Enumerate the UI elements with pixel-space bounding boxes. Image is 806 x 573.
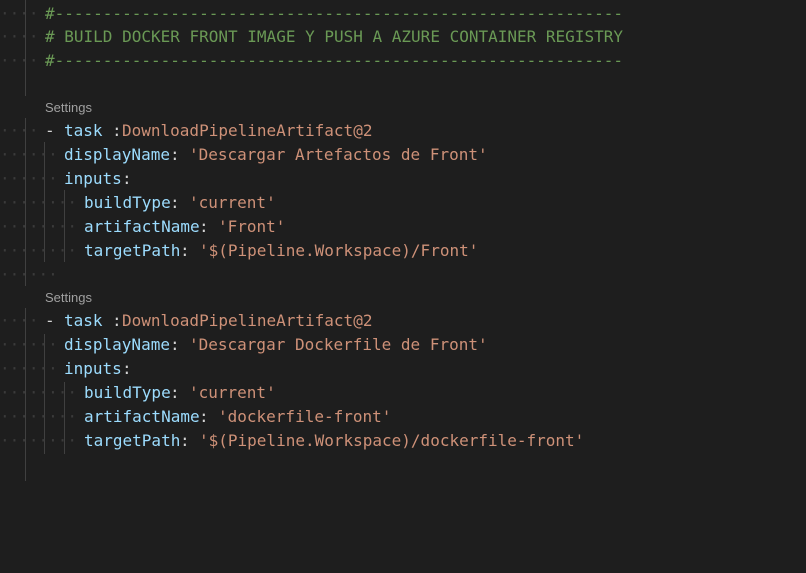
code-line: ········ buildType : 'current': [0, 191, 276, 215]
code-line: ········ targetPath : '$(Pipeline.Worksp…: [0, 239, 478, 263]
yaml-key: buildType: [84, 193, 171, 212]
yaml-key: task: [64, 311, 103, 330]
code-line: ········ artifactName : 'Front': [0, 215, 285, 239]
code-line: ······ inputs :: [0, 357, 132, 381]
code-line: ···· # BUILD DOCKER FRONT IMAGE Y PUSH A…: [0, 25, 623, 49]
yaml-key: targetPath: [84, 241, 181, 260]
code-line: ······ displayName : 'Descargar Artefact…: [0, 143, 488, 167]
yaml-value: 'dockerfile-front': [218, 407, 392, 426]
code-line: ···· - task : DownloadPipelineArtifact@2: [0, 309, 372, 333]
yaml-value: 'Front': [218, 217, 286, 236]
yaml-key: buildType: [84, 383, 171, 402]
yaml-value: 'current': [189, 383, 276, 402]
yaml-value: 'Descargar Artefactos de Front': [189, 145, 488, 164]
code-line: ······ inputs :: [0, 167, 132, 191]
yaml-key: artifactName: [84, 217, 200, 236]
code-editor[interactable]: ···· #----------------------------------…: [0, 0, 806, 481]
code-line: ······: [0, 265, 58, 284]
yaml-key: displayName: [64, 145, 170, 164]
yaml-key: inputs: [64, 359, 122, 378]
comment-divider: #---------------------------------------…: [45, 51, 623, 70]
yaml-value: DownloadPipelineArtifact@2: [122, 311, 373, 330]
yaml-value: 'Descargar Dockerfile de Front': [189, 335, 488, 354]
code-line: ···· #----------------------------------…: [0, 49, 623, 73]
yaml-value: 'current': [189, 193, 276, 212]
code-line: ······ displayName : 'Descargar Dockerfi…: [0, 333, 488, 357]
code-line: ········ artifactName : 'dockerfile-fron…: [0, 405, 391, 429]
yaml-value: '$(Pipeline.Workspace)/dockerfile-front': [199, 431, 585, 450]
yaml-value: '$(Pipeline.Workspace)/Front': [199, 241, 479, 260]
yaml-key: targetPath: [84, 431, 181, 450]
comment-divider: #---------------------------------------…: [45, 4, 623, 23]
codelens-settings[interactable]: Settings: [45, 288, 92, 308]
comment-title: # BUILD DOCKER FRONT IMAGE Y PUSH A AZUR…: [45, 27, 623, 46]
code-line: ········ targetPath : '$(Pipeline.Worksp…: [0, 429, 584, 453]
yaml-key: inputs: [64, 169, 122, 188]
yaml-value: DownloadPipelineArtifact@2: [122, 121, 373, 140]
code-line: ········ buildType : 'current': [0, 381, 276, 405]
yaml-key: task: [64, 121, 103, 140]
yaml-key: displayName: [64, 335, 170, 354]
code-line: ···· #----------------------------------…: [0, 2, 623, 26]
codelens-settings[interactable]: Settings: [45, 98, 92, 118]
code-line: ···· - task : DownloadPipelineArtifact@2: [0, 119, 372, 143]
yaml-key: artifactName: [84, 407, 200, 426]
